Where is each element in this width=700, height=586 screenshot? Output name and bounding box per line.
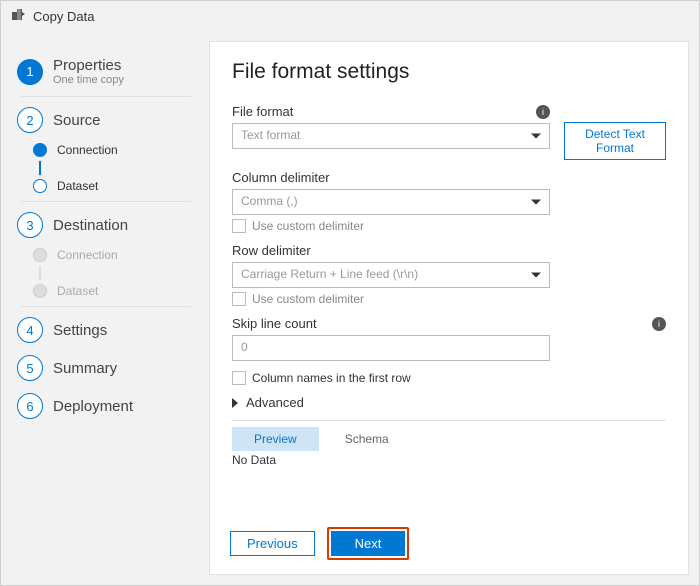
substep-dot-icon — [33, 179, 47, 193]
skip-value: 0 — [241, 340, 248, 354]
file-format-label: File format — [232, 104, 293, 119]
row-custom-checkbox[interactable] — [232, 292, 246, 306]
first-row-checkbox[interactable] — [232, 371, 246, 385]
chevron-down-icon — [531, 200, 541, 205]
substep-dot-icon — [33, 143, 47, 157]
wizard-sidebar: 1 Properties One time copy 2 Source Conn… — [1, 41, 201, 585]
col-custom-label: Use custom delimiter — [252, 219, 364, 233]
step-index-icon: 5 — [17, 355, 43, 381]
file-format-value: Text format — [241, 128, 300, 142]
previous-button[interactable]: Previous — [230, 531, 315, 556]
wizard-footer: Previous Next — [230, 527, 409, 560]
step-label: Source — [53, 112, 101, 129]
step-properties[interactable]: 1 Properties One time copy — [9, 51, 201, 92]
step-label: Summary — [53, 360, 117, 377]
col-delim-value: Comma (,) — [241, 194, 298, 208]
settings-panel: File format settings File format i Text … — [209, 41, 689, 575]
substep-label: Connection — [57, 248, 118, 262]
col-delim-label: Column delimiter — [232, 170, 330, 185]
step-label: Settings — [53, 322, 107, 339]
chevron-down-icon — [531, 134, 541, 139]
row-delim-select[interactable]: Carriage Return + Line feed (\r\n) — [232, 262, 550, 288]
step-label: Deployment — [53, 398, 133, 415]
step-source[interactable]: 2 Source — [9, 101, 201, 139]
chevron-down-icon — [531, 273, 541, 278]
advanced-toggle[interactable]: Advanced — [232, 395, 666, 410]
next-button[interactable]: Next — [331, 531, 406, 556]
substep-destination-connection[interactable]: Connection — [33, 244, 201, 266]
titlebar: Copy Data — [1, 1, 699, 31]
col-delim-select[interactable]: Comma (,) — [232, 189, 550, 215]
preview-tabs: Preview Schema — [232, 420, 666, 451]
info-icon[interactable]: i — [652, 317, 666, 331]
step-label: Destination — [53, 217, 128, 234]
step-settings[interactable]: 4 Settings — [9, 311, 201, 349]
substep-dot-icon — [33, 284, 47, 298]
detect-text-format-button[interactable]: Detect Text Format — [564, 122, 666, 160]
substep-dot-icon — [33, 248, 47, 262]
copy-data-icon — [11, 8, 27, 24]
chevron-right-icon — [232, 398, 238, 408]
substep-label: Connection — [57, 143, 118, 157]
row-custom-label: Use custom delimiter — [252, 292, 364, 306]
step-index-icon: 4 — [17, 317, 43, 343]
next-button-highlight: Next — [327, 527, 410, 560]
advanced-label: Advanced — [246, 395, 304, 410]
file-format-select[interactable]: Text format — [232, 123, 550, 149]
substep-label: Dataset — [57, 179, 98, 193]
col-custom-checkbox[interactable] — [232, 219, 246, 233]
substep-source-dataset[interactable]: Dataset — [33, 175, 201, 197]
skip-line-input[interactable]: 0 — [232, 335, 550, 361]
row-delim-label: Row delimiter — [232, 243, 311, 258]
step-summary[interactable]: 5 Summary — [9, 349, 201, 387]
app-title: Copy Data — [33, 9, 94, 24]
step-destination[interactable]: 3 Destination — [9, 206, 201, 244]
substep-destination-dataset[interactable]: Dataset — [33, 280, 201, 302]
step-index-icon: 1 — [17, 59, 43, 85]
substep-label: Dataset — [57, 284, 98, 298]
skip-label: Skip line count — [232, 316, 317, 331]
step-index-icon: 2 — [17, 107, 43, 133]
tab-schema[interactable]: Schema — [323, 427, 411, 451]
step-label: Properties — [53, 57, 124, 74]
substep-source-connection[interactable]: Connection — [33, 139, 201, 161]
preview-empty-text: No Data — [232, 451, 666, 467]
first-row-label: Column names in the first row — [252, 371, 411, 385]
step-deployment[interactable]: 6 Deployment — [9, 387, 201, 425]
step-index-icon: 3 — [17, 212, 43, 238]
row-delim-value: Carriage Return + Line feed (\r\n) — [241, 267, 418, 281]
page-title: File format settings — [232, 60, 666, 84]
step-index-icon: 6 — [17, 393, 43, 419]
info-icon[interactable]: i — [536, 105, 550, 119]
step-sublabel: One time copy — [53, 74, 124, 86]
tab-preview[interactable]: Preview — [232, 427, 319, 451]
